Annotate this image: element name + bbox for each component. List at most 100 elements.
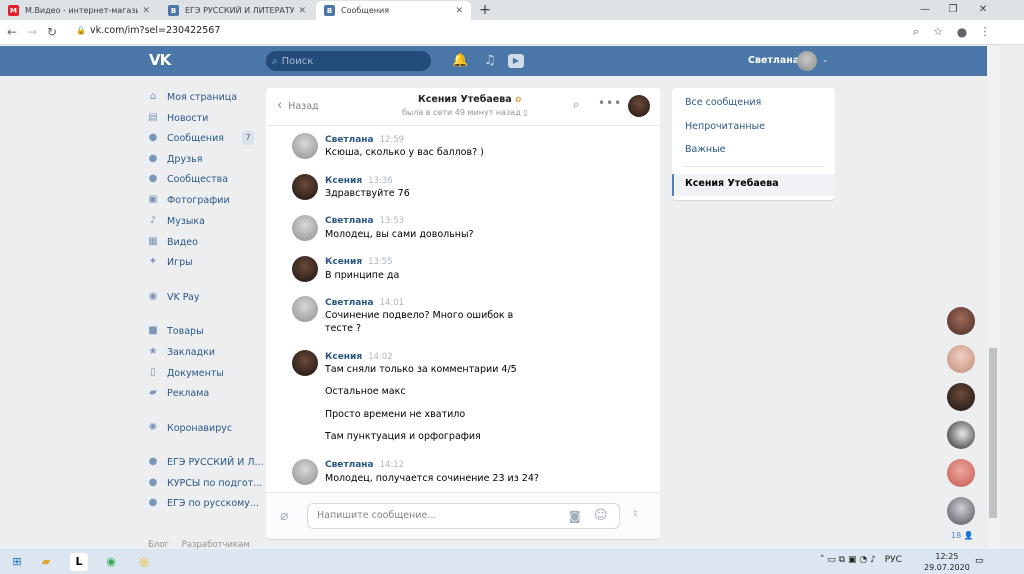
profile-icon[interactable]: ● [954,24,970,40]
divider [683,166,825,167]
sidebar-item-group-2[interactable]: ● КУРСЫ по подгот... [147,474,263,492]
emoji-smile-icon[interactable]: ☺ [594,508,608,523]
address-bar[interactable]: vk.com/im?sel=230422567 [90,25,220,36]
yandex-browser-icon[interactable]: ◎ [135,553,153,571]
message-author[interactable]: Светлана 14:12 [325,460,404,470]
play-icon[interactable]: ▶ [508,54,524,68]
sidebar-item-news[interactable]: ▤ Новости [147,109,208,127]
scrollbar-thumb[interactable] [989,348,997,518]
message-author[interactable]: Ксения 13:36 [325,176,393,186]
sidebar-item-bookmarks[interactable]: ★ Закладки [147,343,216,361]
active-chat-item[interactable]: Ксения Утебаева [672,174,835,196]
message-text: Сочинение подвело? Много ошибок в тесте … [325,310,514,334]
chatbar-avatar[interactable] [947,345,975,373]
online-friends-count[interactable]: 18 👤 [951,531,974,540]
sidebar-item-ads[interactable]: ▰ Реклама [147,384,209,402]
search-input[interactable]: ⌕ Поиск [266,51,431,71]
clock[interactable]: 12:25 29.07.2020 [924,551,970,573]
document-icon: ▯ [150,367,156,378]
user-name[interactable]: Светлана [748,55,799,66]
avatar[interactable] [797,51,817,71]
sidebar-item-goods[interactable]: ■ Товары [147,322,203,340]
maximize-button[interactable]: ❐ [938,0,968,20]
window-close-button[interactable]: ✕ [968,0,998,20]
message-author[interactable]: Светлана 12:59 [325,135,404,145]
browser-tab-ege[interactable]: B ЕГЭ РУССКИЙ И ЛИТЕРАТУРА 2 ✕ [160,1,314,20]
lock-icon[interactable]: 🔒 [76,26,86,35]
message-author[interactable]: Ксения 13:55 [325,257,393,267]
camera-icon[interactable]: ◙ [569,509,581,523]
sidebar-item-documents[interactable]: ▯ Документы [147,364,224,382]
filter-unread[interactable]: Непрочитанные [685,121,765,132]
windows-start-icon[interactable]: ⊞ [8,553,26,571]
new-tab-button[interactable]: + [476,1,494,19]
sidebar-item-video[interactable]: ▦ Видео [147,233,198,251]
sidebar-item-vkpay[interactable]: ◉ VK Pay [147,288,200,306]
chrome-icon[interactable]: ◉ [102,553,120,571]
more-icon[interactable]: ••• [598,96,622,110]
bag-icon: ■ [148,325,158,336]
music-note-icon[interactable]: ♫ [484,53,496,68]
sidebar-item-group-1[interactable]: ● ЕГЭ РУССКИЙ И Л... [147,453,264,471]
chatbar-avatar[interactable] [947,497,975,525]
messages-count-badge: 7 [242,131,254,145]
chat-bubble-icon: ● [148,132,158,143]
filter-important[interactable]: Важные [685,144,725,155]
zoom-icon[interactable]: ⌕ [908,24,924,40]
sidebar-item-friends[interactable]: ● Друзья [147,150,203,168]
message-author[interactable]: Ксения 14:02 [325,352,393,362]
user-icon: ● [148,153,158,164]
app-l-icon[interactable]: L [70,553,88,571]
message-author[interactable]: Светлана 14:01 [325,298,404,308]
message-text: Там пунктуация и орфография [325,431,481,442]
sidebar-item-music[interactable]: ♪ Музыка [147,212,205,230]
search-icon: ⌕ [272,55,278,67]
chatbar-avatar[interactable] [947,459,975,487]
avatar[interactable] [292,174,318,200]
message-author[interactable]: Светлана 13:53 [325,216,404,226]
chatbar-avatar[interactable] [947,307,975,335]
avatar[interactable] [292,215,318,241]
avatar[interactable] [292,459,318,485]
chevron-down-icon[interactable]: ⌄ [822,55,829,64]
sidebar-item-group-3[interactable]: ● ЕГЭ по русскому... [147,494,259,512]
browser-tab-messages[interactable]: B Сообщения ✕ [316,1,471,20]
avatar[interactable] [292,350,318,376]
reload-icon[interactable]: ↻ [44,24,60,40]
search-icon[interactable]: ⌕ [573,97,580,112]
close-icon[interactable]: ✕ [455,6,463,16]
sidebar-item-communities[interactable]: ● Сообщества [147,170,228,188]
microphone-icon[interactable]: ♮ [633,507,638,522]
avatar[interactable] [628,95,650,117]
vk-logo-icon[interactable]: VK [149,51,171,69]
system-tray[interactable]: ˄ ▭ ⧉ ▣ ◔ ♪ РУС [820,555,902,565]
avatar[interactable] [292,296,318,322]
filter-all-messages[interactable]: Все сообщения [685,97,761,108]
browser-menu-icon[interactable]: ⋮ [977,24,993,40]
sidebar-item-messages[interactable]: ● Сообщения [147,129,224,147]
star-icon: ★ [148,346,158,357]
avatar[interactable] [292,133,318,159]
back-button[interactable]: ‹ Назад [277,98,319,113]
bell-icon[interactable]: 🔔 [452,53,468,68]
message-text: Просто времени не хватило [325,409,466,420]
file-explorer-icon[interactable]: ▰ [37,553,55,571]
browser-tab-mvideo[interactable]: M М.Видео - интернет-магазин ц ✕ [0,1,158,20]
forward-arrow-icon[interactable]: → [24,24,40,40]
paperclip-icon[interactable]: ⌀ [280,508,288,524]
chatbar-avatar[interactable] [947,383,975,411]
close-icon[interactable]: ✕ [298,6,306,16]
sidebar-item-my-page[interactable]: ⌂ Моя страница [147,88,237,106]
avatar[interactable] [292,256,318,282]
minimize-button[interactable]: — [910,0,940,20]
vkpay-icon: ◉ [148,291,158,302]
back-arrow-icon[interactable]: ← [4,24,20,40]
chatbar-avatar[interactable] [947,421,975,449]
notifications-icon[interactable]: ▭ [975,556,984,566]
sidebar-item-games[interactable]: ✦ Игры [147,253,193,271]
bookmark-star-icon[interactable]: ☆ [930,24,946,40]
sidebar-item-coronavirus[interactable]: ✺ Коронавирус [147,419,232,437]
sidebar-item-photos[interactable]: ▣ Фотографии [147,191,229,209]
close-icon[interactable]: ✕ [142,6,150,16]
contact-name[interactable]: Ксения Утебаева ✿ [418,94,522,105]
